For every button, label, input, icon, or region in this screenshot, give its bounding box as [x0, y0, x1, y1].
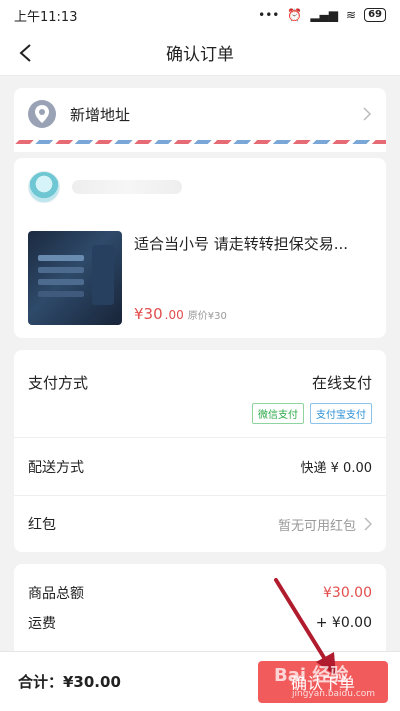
shipping-label: 运费: [28, 616, 56, 632]
product-title: 适合当小号 请走转转担保交易...: [134, 235, 349, 253]
status-icons: ••• ⏰ ▂▄▆ ≋ 69: [258, 8, 386, 22]
payment-method-value: 在线支付: [311, 374, 372, 392]
red-packet-row[interactable]: 红包 暂无可用红包: [14, 495, 386, 552]
airmail-border: [14, 140, 386, 144]
alarm-icon: ⏰: [287, 8, 303, 22]
summary-card: 商品总额 ¥30.00 运费 + ¥0.00: [14, 564, 386, 660]
status-time: 上午11:13: [14, 9, 78, 25]
goods-total-label: 商品总额: [28, 586, 84, 602]
chevron-right-icon: [364, 517, 372, 531]
signal-icon: ▂▄▆: [310, 8, 339, 22]
address-card: 新增地址: [14, 88, 386, 152]
product-info: 适合当小号 请走转转担保交易... ¥30.00 原价¥30: [134, 231, 374, 325]
chevron-right-icon: [363, 107, 372, 121]
payment-method-row[interactable]: 支付方式 在线支付 微信支付 支付宝支付: [14, 350, 386, 438]
submit-order-button[interactable]: 确认下单: [258, 660, 388, 703]
back-arrow-icon[interactable]: [16, 42, 36, 64]
payment-method-label: 支付方式: [28, 374, 89, 392]
red-packet-label: 红包: [28, 517, 56, 533]
original-price: 原价¥30: [187, 311, 227, 322]
seller-row[interactable]: [14, 158, 386, 216]
goods-total-row: 商品总额 ¥30.00: [14, 578, 386, 608]
product-price: ¥30: [134, 305, 163, 323]
bottom-bar: 合计：¥30.00 确认下单: [0, 651, 400, 711]
delivery-method-label: 配送方式: [28, 459, 84, 476]
red-packet-value: 暂无可用红包: [277, 518, 356, 534]
alipay-tag[interactable]: 支付宝支付: [310, 403, 372, 424]
wechat-pay-tag[interactable]: 微信支付: [252, 403, 304, 424]
delivery-method-row[interactable]: 配送方式 快递 ¥ 0.00: [14, 438, 386, 495]
battery-icon: 69: [364, 8, 386, 22]
order-total: 合计：¥30.00: [18, 673, 121, 691]
add-address-row[interactable]: 新增地址: [14, 88, 386, 140]
product-price-line: ¥30.00 原价¥30: [134, 305, 374, 323]
more-icon: •••: [258, 8, 280, 22]
product-card: 适合当小号 请走转转担保交易... ¥30.00 原价¥30: [14, 158, 386, 338]
shipping-row: 运费 + ¥0.00: [14, 608, 386, 638]
shipping-value: + ¥0.00: [315, 615, 372, 631]
payment-tags: 微信支付 支付宝支付: [28, 403, 372, 424]
product-item[interactable]: 适合当小号 请走转转担保交易... ¥30.00 原价¥30: [14, 216, 386, 325]
product-thumbnail: [28, 231, 122, 325]
add-address-label: 新增地址: [70, 105, 131, 124]
page-title: 确认订单: [166, 45, 234, 65]
status-bar: 上午11:13 ••• ⏰ ▂▄▆ ≋ 69: [0, 0, 400, 30]
delivery-method-value: 快递 ¥ 0.00: [300, 461, 372, 476]
goods-total-value: ¥30.00: [323, 585, 372, 601]
seller-name-blurred: [72, 180, 182, 194]
product-price-decimal: .00: [164, 308, 184, 322]
payment-card: 支付方式 在线支付 微信支付 支付宝支付 配送方式 快递 ¥ 0.00 红包 暂…: [14, 350, 386, 552]
wifi-icon: ≋: [346, 8, 357, 22]
red-packet-value-group: 暂无可用红包: [278, 515, 372, 534]
location-pin-icon: [28, 100, 56, 128]
seller-avatar: [28, 171, 60, 203]
nav-bar: 确认订单: [0, 30, 400, 76]
